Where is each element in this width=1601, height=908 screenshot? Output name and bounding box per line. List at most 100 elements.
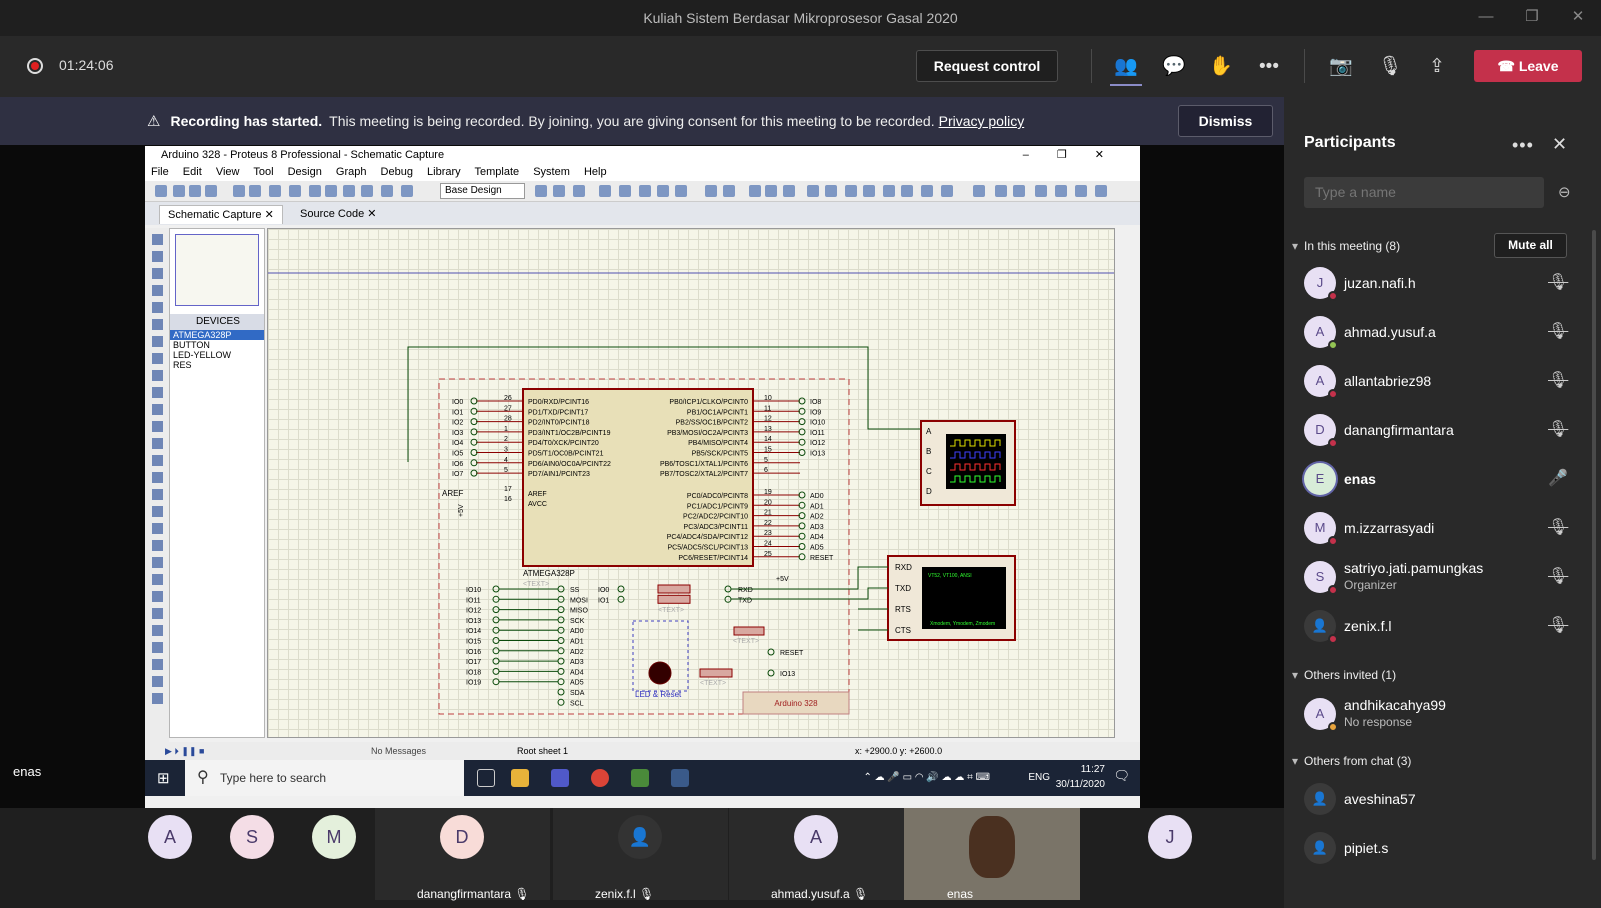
more-options-icon[interactable]: ••• (1512, 135, 1534, 156)
toolbar-tool-icon[interactable] (901, 185, 913, 197)
close-panel-icon[interactable]: ✕ (1552, 134, 1567, 155)
device-item[interactable]: BUTTON (170, 340, 264, 350)
menu-help[interactable]: Help (584, 166, 607, 178)
toolbar-tool-icon[interactable] (535, 185, 547, 197)
toolbar-tool-icon[interactable] (289, 185, 301, 197)
palette-tool-icon[interactable] (151, 387, 163, 398)
teams-icon[interactable] (551, 769, 569, 787)
design-select[interactable]: Base Design (440, 183, 525, 199)
toolbar-tool-icon[interactable] (807, 185, 819, 197)
participant-row[interactable]: Jjuzan.nafi.h 🎙 (1304, 263, 1584, 307)
toolbar-tool-icon[interactable] (705, 185, 717, 197)
toolbar-tool-icon[interactable] (553, 185, 565, 197)
tab-source-code[interactable]: Source Code ✕ (292, 205, 385, 224)
request-control-button[interactable]: Request control (916, 50, 1058, 82)
device-item[interactable]: RES (170, 360, 264, 370)
mic-muted-icon[interactable]: 🎙 (1548, 615, 1568, 635)
palette-tool-icon[interactable] (151, 591, 163, 602)
toolbar-tool-icon[interactable] (765, 185, 777, 197)
toolbar-tool-icon[interactable] (675, 185, 687, 197)
palette-tool-icon[interactable] (151, 557, 163, 568)
privacy-policy-link[interactable]: Privacy policy (939, 113, 1025, 129)
task-view-icon[interactable] (477, 769, 495, 787)
palette-tool-icon[interactable] (151, 642, 163, 653)
video-tile[interactable]: A (129, 808, 211, 900)
toolbar-tool-icon[interactable] (863, 185, 875, 197)
toolbar-tool-icon[interactable] (825, 185, 837, 197)
mic-muted-icon[interactable]: 🎙 (1548, 517, 1568, 537)
toolbar-tool-icon[interactable] (205, 185, 217, 197)
palette-tool-icon[interactable] (151, 234, 163, 245)
palette-tool-icon[interactable] (151, 421, 163, 432)
tray-icons[interactable]: ⌃ ☁ 🎤 ▭ ◠ 🔊 ☁ ☁ ⌗ ⌨ (863, 771, 990, 785)
close-window-icon[interactable]: ✕ (1555, 0, 1601, 36)
palette-tool-icon[interactable] (151, 336, 163, 347)
toolbar-tool-icon[interactable] (361, 185, 373, 197)
toolbar-tool-icon[interactable] (973, 185, 985, 197)
participant-row[interactable]: Ssatriyo.jati.pamungkas Organizer 🎙 (1304, 557, 1584, 601)
palette-tool-icon[interactable] (151, 693, 163, 704)
mic-muted-icon[interactable]: 🎙 (1548, 370, 1568, 390)
palette-tool-icon[interactable] (151, 251, 163, 262)
menu-template[interactable]: Template (475, 166, 520, 178)
mute-all-button[interactable]: Mute all (1494, 233, 1567, 258)
proteus-isis-icon[interactable] (631, 769, 649, 787)
more-actions-icon[interactable]: ••• (1256, 54, 1282, 80)
panel-scrollbar[interactable] (1592, 230, 1596, 860)
toolbar-tool-icon[interactable] (639, 185, 651, 197)
taskbar-search[interactable]: Type here to search (185, 760, 464, 796)
section-in-meeting[interactable]: In this meeting (8) (1292, 239, 1400, 253)
toolbar-tool-icon[interactable] (189, 185, 201, 197)
mic-muted-icon[interactable]: 🎙 (1548, 566, 1568, 586)
toolbar-tool-icon[interactable] (1013, 185, 1025, 197)
camera-off-icon[interactable]: 📷 (1328, 54, 1354, 80)
device-item[interactable]: LED-YELLOW (170, 350, 264, 360)
windows-start-icon[interactable]: ⊞ (157, 769, 170, 787)
proteus-ares-icon[interactable] (671, 769, 689, 787)
schematic-canvas[interactable]: ATMEGA328P <TEXT> IO0 26 PD0/RXD/PCINT16 PB0/… (267, 228, 1115, 738)
mic-muted-icon[interactable]: 🎙 (1548, 321, 1568, 341)
overview-preview[interactable] (175, 234, 259, 306)
mic-muted-icon[interactable]: 🎙 (1548, 419, 1568, 439)
toolbar-tool-icon[interactable] (1075, 185, 1087, 197)
file-explorer-icon[interactable] (511, 769, 529, 787)
toolbar-tool-icon[interactable] (173, 185, 185, 197)
section-others-invited[interactable]: Others invited (1) (1292, 668, 1396, 682)
share-invite-icon[interactable]: ⊖ (1558, 183, 1571, 201)
palette-tool-icon[interactable] (151, 523, 163, 534)
toolbar-tool-icon[interactable] (269, 185, 281, 197)
toolbar-tool-icon[interactable] (401, 185, 413, 197)
participant-row[interactable]: 👤 pipiet.s (1304, 828, 1584, 872)
menu-design[interactable]: Design (288, 166, 322, 178)
toolbar-tool-icon[interactable] (233, 185, 245, 197)
video-tile[interactable]: S (211, 808, 293, 900)
leave-button[interactable]: ☎ Leave (1474, 50, 1582, 82)
palette-tool-icon[interactable] (151, 455, 163, 466)
toolbar-tool-icon[interactable] (309, 185, 321, 197)
mic-muted-icon[interactable]: 🎙 (1548, 272, 1568, 292)
toolbar-tool-icon[interactable] (573, 185, 585, 197)
chrome-icon[interactable] (591, 769, 609, 787)
video-tile[interactable]: 👤 zenix.f.l 🎙 (552, 808, 728, 901)
chat-icon[interactable]: 💬 (1161, 54, 1187, 80)
toolbar-tool-icon[interactable] (845, 185, 857, 197)
palette-tool-icon[interactable] (151, 268, 163, 279)
palette-tool-icon[interactable] (151, 608, 163, 619)
section-others-chat[interactable]: Others from chat (3) (1292, 754, 1411, 768)
participant-row[interactable]: 👤 zenix.f.l 🎙 (1304, 606, 1584, 650)
menu-system[interactable]: System (533, 166, 570, 178)
toolbar-tool-icon[interactable] (1095, 185, 1107, 197)
toolbar-tool-icon[interactable] (883, 185, 895, 197)
participant-row[interactable]: Mm.izzarrasyadi 🎙 (1304, 508, 1584, 552)
participant-row[interactable]: Aahmad.yusuf.a 🎙 (1304, 312, 1584, 356)
palette-tool-icon[interactable] (151, 540, 163, 551)
palette-tool-icon[interactable] (151, 472, 163, 483)
palette-tool-icon[interactable] (151, 404, 163, 415)
toolbar-tool-icon[interactable] (325, 185, 337, 197)
participant-row[interactable]: Ddanangfirmantara 🎙 (1304, 410, 1584, 454)
participant-row[interactable]: Aandhikacahya99 No response (1304, 694, 1584, 738)
toolbar-tool-icon[interactable] (249, 185, 261, 197)
video-tile[interactable]: J (1129, 808, 1211, 900)
device-item[interactable]: ATMEGA328P (170, 330, 264, 340)
palette-tool-icon[interactable] (151, 506, 163, 517)
